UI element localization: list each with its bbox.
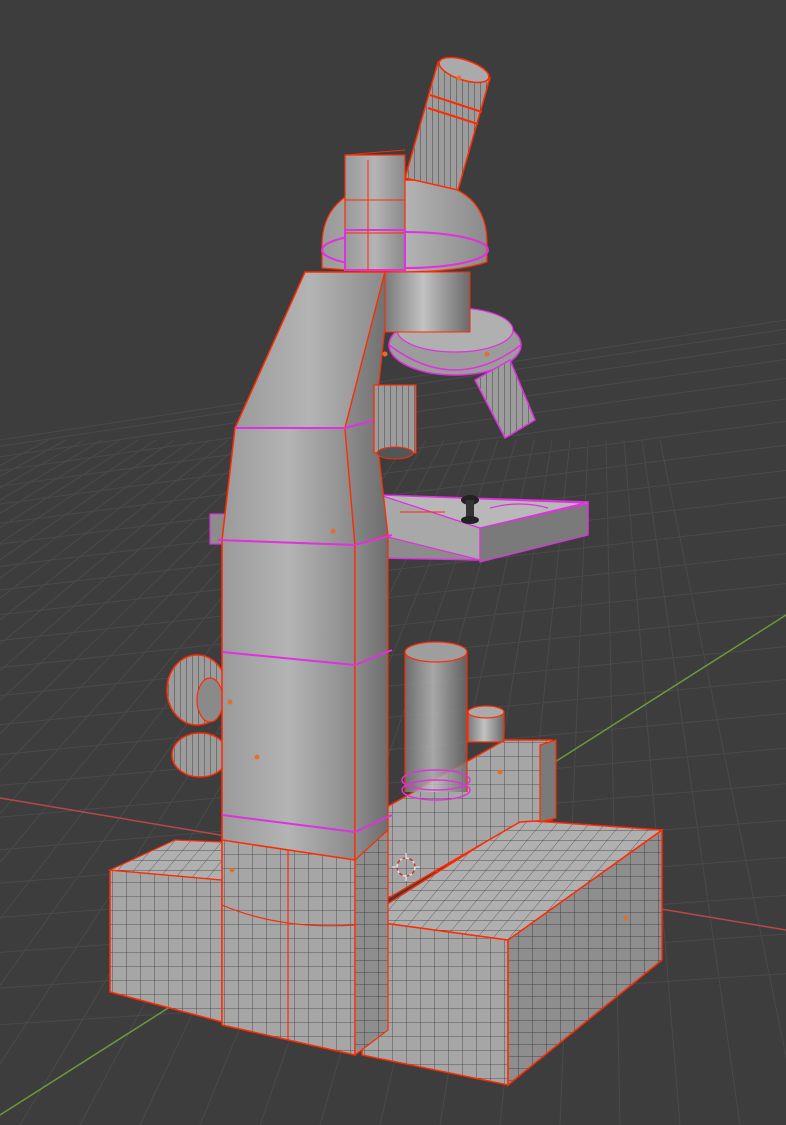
light-switch-knob[interactable]: [467, 705, 505, 743]
viewport-canvas[interactable]: [0, 0, 786, 1125]
body-tube[interactable]: [384, 271, 471, 333]
eyepiece-tube[interactable]: [404, 52, 492, 191]
arm-column[interactable]: [217, 270, 393, 862]
focus-knob[interactable]: [166, 654, 229, 778]
condenser-cylinder[interactable]: [401, 641, 471, 801]
objective-lens-left[interactable]: [373, 384, 417, 460]
arm-column-base[interactable]: [221, 828, 389, 1057]
base-left-block[interactable]: [107, 839, 223, 1023]
3d-viewport[interactable]: [0, 0, 786, 1125]
